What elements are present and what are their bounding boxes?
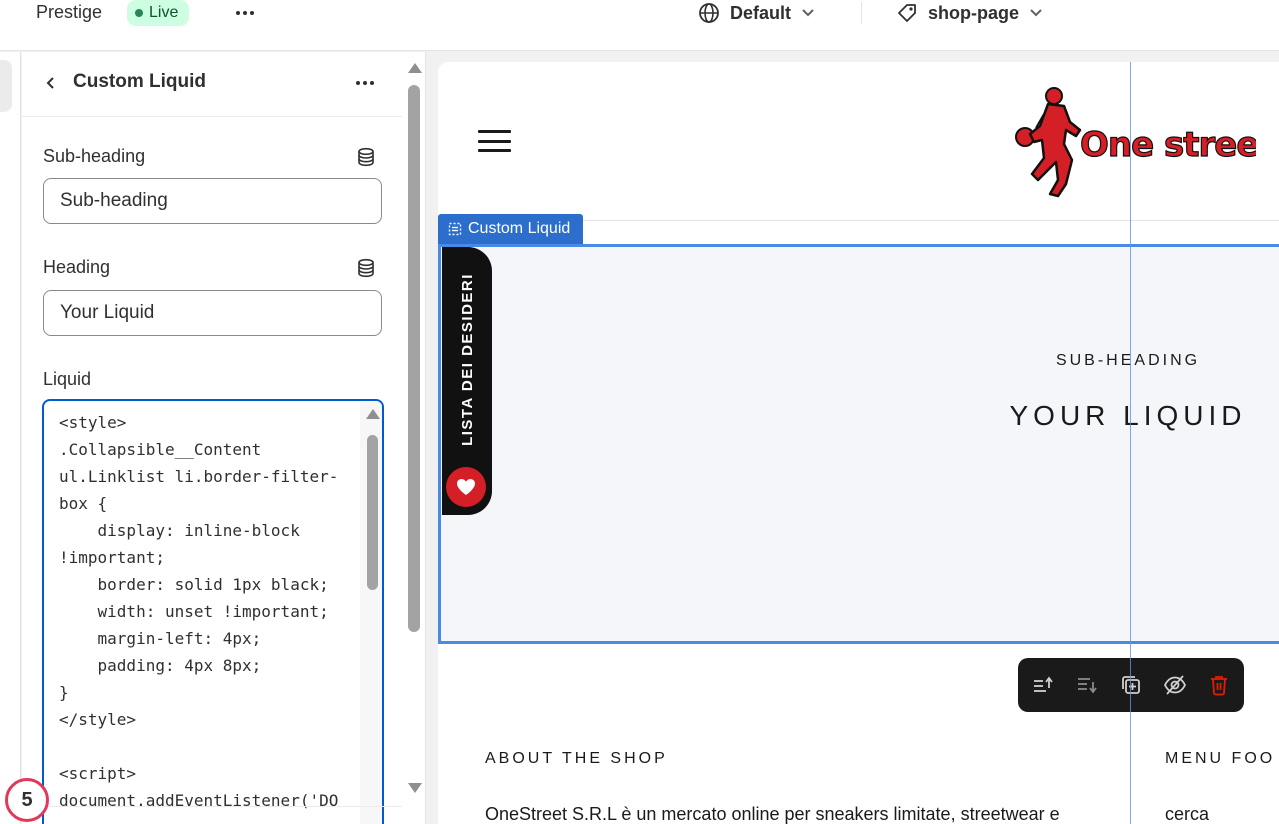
left-rail (0, 52, 21, 824)
panel-scroll-thumb[interactable] (408, 85, 420, 632)
panel-footer-divider (22, 806, 402, 807)
top-bar: Prestige Live Default shop-page (0, 0, 1279, 51)
section-toolbar (1018, 658, 1244, 712)
layout-guide-line (1130, 62, 1131, 824)
back-button[interactable] (40, 72, 62, 94)
liquid-label: Liquid (43, 369, 92, 389)
section-icon (448, 222, 462, 236)
footer-menu-link[interactable]: cerca (1165, 804, 1209, 824)
move-up-button[interactable] (1030, 673, 1055, 698)
panel-title: Custom Liquid (73, 71, 206, 92)
basketball-player-logo-icon: One street (1015, 87, 1276, 198)
store-logo[interactable]: One street (1008, 84, 1276, 200)
chevron-down-icon (1030, 9, 1042, 17)
subheading-label: Sub-heading (43, 146, 146, 166)
hide-button[interactable] (1162, 673, 1187, 698)
more-icon (236, 11, 240, 15)
store-preview: One street Custom Liquid LISTA DEI DESID… (438, 62, 1279, 824)
footer-about-text: OneStreet S.R.L è un mercato online per … (485, 804, 1060, 824)
logo-text: One street (1080, 125, 1256, 165)
step-counter-badge[interactable]: 5 (5, 778, 49, 822)
liquid-code[interactable]: <style> .Collapsible__Content ul.Linklis… (59, 409, 359, 814)
scroll-up-icon[interactable] (366, 409, 380, 419)
settings-panel: Custom Liquid Sub-heading Sub-heading He… (22, 52, 402, 824)
section-tag-label: Custom Liquid (468, 220, 571, 237)
more-icon (356, 81, 360, 85)
heading-label: Heading (43, 257, 111, 277)
liquid-code-editor[interactable]: <style> .Collapsible__Content ul.Linklis… (42, 399, 384, 824)
page-selector-label: shop-page (928, 2, 1020, 23)
move-down-button[interactable] (1074, 673, 1099, 698)
rail-active-tab[interactable] (0, 60, 12, 112)
more-icon-dot (363, 81, 367, 85)
scroll-up-icon[interactable] (408, 63, 422, 73)
heading-input[interactable]: Your Liquid (43, 290, 382, 336)
section-actions-button[interactable] (352, 72, 378, 94)
wishlist-label: LISTA DEI DESIDERI (458, 272, 476, 446)
live-dot-icon (135, 9, 143, 17)
more-icon-dot (243, 11, 247, 15)
footer-menu-title: MENU FOO (1165, 750, 1276, 767)
chevron-left-icon (46, 77, 54, 89)
code-scrollbar[interactable] (360, 401, 382, 824)
more-icon-dot (250, 11, 254, 15)
heart-icon (446, 467, 486, 507)
move-down-icon (1077, 678, 1097, 694)
status-badge: Live (127, 0, 190, 26)
menu-icon[interactable] (478, 130, 511, 152)
wishlist-tab[interactable]: LISTA DEI DESIDERI (442, 247, 492, 515)
selector-divider (861, 2, 862, 24)
panel-header: Custom Liquid (22, 52, 402, 117)
page-selector[interactable]: shop-page (896, 0, 1043, 26)
panel-scrollbar[interactable] (402, 52, 426, 824)
status-badge-label: Live (149, 4, 179, 21)
globe-icon (699, 3, 719, 23)
dynamic-source-icon[interactable] (356, 147, 376, 167)
delete-button[interactable] (1206, 673, 1231, 698)
chevron-down-icon (802, 9, 814, 17)
theme-actions-button[interactable] (232, 2, 258, 24)
template-selector[interactable]: Default (698, 0, 815, 26)
delete-icon (1210, 676, 1227, 696)
template-selector-label: Default (730, 2, 792, 23)
code-scroll-thumb[interactable] (367, 435, 378, 590)
tag-icon (898, 4, 916, 22)
more-icon-dot (370, 81, 374, 85)
preview-heading: YOUR LIQUID (1009, 400, 1247, 431)
footer-about-title: ABOUT THE SHOP (485, 750, 668, 767)
custom-liquid-section[interactable] (438, 244, 1279, 644)
hide-icon (1163, 675, 1186, 695)
section-tag[interactable]: Custom Liquid (438, 214, 584, 244)
theme-name: Prestige (36, 2, 103, 22)
preview-sub-heading: SUB-HEADING (1055, 352, 1201, 369)
dynamic-source-icon[interactable] (356, 258, 376, 278)
move-up-icon (1033, 676, 1053, 692)
subheading-input[interactable]: Sub-heading (43, 178, 382, 224)
scroll-down-icon[interactable] (408, 783, 422, 793)
wishlist-label-wrap: LISTA DEI DESIDERI (444, 259, 490, 459)
